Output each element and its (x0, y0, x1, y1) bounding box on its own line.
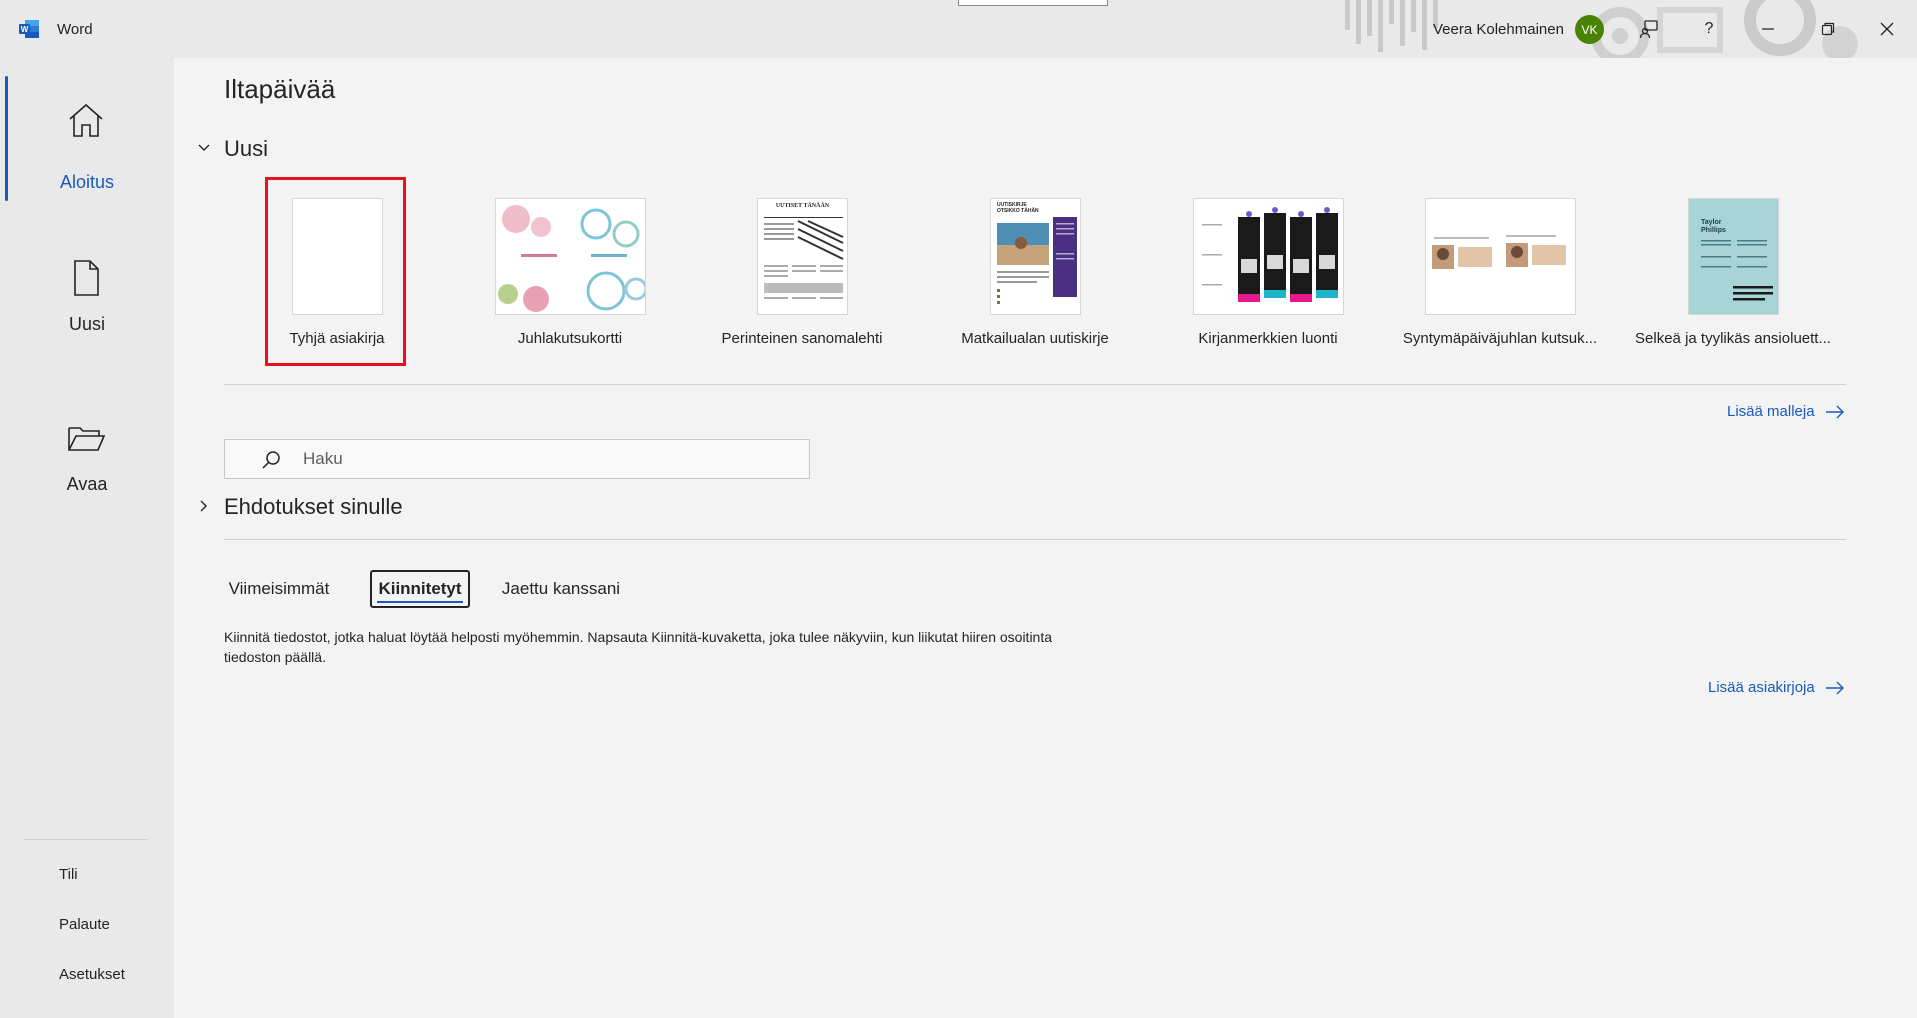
template-label: Matkailualan uutiskirje (961, 330, 1109, 347)
help-icon: ? (1704, 20, 1714, 37)
new-section-title[interactable]: Uusi (224, 136, 268, 162)
tab-pinned[interactable]: Kiinnitetyt (370, 570, 470, 608)
nav-item-open[interactable]: Avaa (0, 396, 174, 526)
template-party-card[interactable]: Juhlakutsukortti (465, 198, 675, 368)
nav-label-open: Avaa (66, 474, 108, 494)
svg-text:W: W (21, 25, 29, 34)
page-title: Iltapäivää (224, 74, 336, 104)
template-thumbnail (1425, 198, 1576, 315)
nav-options[interactable]: Asetukset (59, 966, 125, 983)
minimize-button[interactable] (1750, 12, 1786, 46)
divider (224, 384, 1846, 385)
party-card-art (498, 205, 645, 312)
template-label: Kirjanmerkkien luonti (1198, 330, 1338, 347)
template-bookmarks[interactable]: Kirjanmerkkien luonti (1163, 198, 1373, 368)
more-documents-link[interactable]: Lisää asiakirjoja (1708, 679, 1845, 696)
template-thumbnail: Taylor Phillips (1688, 198, 1779, 315)
template-label: Perinteinen sanomalehti (721, 330, 883, 347)
left-navigation: Aloitus Uusi Avaa Tili Palaute Asetukset (0, 58, 174, 1018)
restore-icon (1821, 22, 1835, 36)
avatar-initials: VK (1581, 22, 1598, 37)
template-thumbnail (1193, 198, 1344, 315)
template-label: Juhlakutsukortti (517, 330, 623, 347)
title-bar: W Word Veera Kolehmainen VK ? (0, 0, 1917, 58)
feedback-button[interactable] (1631, 12, 1667, 46)
selection-highlight (265, 177, 406, 366)
search-input[interactable] (303, 440, 783, 478)
more-documents-label: Lisää asiakirjoja (1708, 679, 1815, 696)
chevron-down-icon[interactable] (196, 140, 212, 156)
template-thumbnail (495, 198, 646, 315)
search-icon (262, 451, 280, 469)
template-newspaper[interactable]: UUTISET TÄNÄÄN Perinteinen sanomalehti (697, 198, 907, 368)
suggestions-title[interactable]: Ehdotukset sinulle (224, 494, 403, 520)
pinned-empty-message: Kiinnitä tiedostot, jotka haluat löytää … (224, 629, 1053, 665)
title-search-box[interactable] (958, 0, 1108, 6)
divider (224, 539, 1846, 540)
template-label: Selkeä ja tyylikäs ansioluett... (1635, 330, 1831, 347)
resume-name: Taylor Phillips (1701, 219, 1726, 234)
template-search-box[interactable] (224, 439, 810, 479)
template-thumbnail: UUTISET TÄNÄÄN (757, 198, 848, 315)
close-button[interactable] (1869, 12, 1905, 46)
app-title: Word (57, 21, 93, 38)
template-thumbnail: UUTISKIRJE OTSIKKO TÄHÄN (990, 198, 1081, 315)
help-button[interactable]: ? (1691, 12, 1727, 46)
template-label: Syntymäpäiväjuhlan kutsuk... (1402, 330, 1598, 347)
nav-label-new: Uusi (68, 314, 105, 334)
feedback-icon (1639, 20, 1658, 39)
arrow-right-icon (1825, 681, 1844, 694)
nav-account[interactable]: Tili (59, 866, 78, 883)
tab-shared-with-me[interactable]: Jaettu kanssani (496, 570, 626, 608)
more-templates-label: Lisää malleja (1727, 403, 1815, 420)
template-resume[interactable]: Taylor Phillips Selkeä ja tyylikäs ansio… (1628, 198, 1838, 368)
main-content: Iltapäivää Uusi Tyhjä asiakirja Juhlakut… (174, 58, 1917, 1018)
newsletter-art (997, 217, 1077, 304)
avatar[interactable]: VK (1575, 15, 1604, 44)
nav-item-new[interactable]: Uusi (0, 236, 174, 366)
newsletter-title: UUTISKIRJE OTSIKKO TÄHÄN (997, 202, 1039, 214)
home-icon (69, 103, 103, 137)
user-name: Veera Kolehmainen (1433, 21, 1564, 38)
arrow-right-icon (1825, 405, 1844, 418)
newspaper-art (764, 217, 844, 299)
template-newsletter[interactable]: UUTISKIRJE OTSIKKO TÄHÄN Matkailualan uu… (930, 198, 1140, 368)
nav-divider (24, 839, 148, 840)
nav-item-home[interactable]: Aloitus (0, 76, 174, 206)
template-birthday-invitation[interactable]: Syntymäpäiväjuhlan kutsuk... (1395, 198, 1605, 368)
restore-button[interactable] (1810, 12, 1846, 46)
chevron-right-icon[interactable] (196, 498, 212, 514)
new-document-icon (74, 260, 99, 296)
nav-feedback[interactable]: Palaute (59, 916, 110, 933)
resume-art (1701, 240, 1773, 301)
bookmarks-art (1202, 207, 1338, 302)
close-icon (1880, 22, 1894, 36)
minimize-icon (1762, 28, 1774, 30)
more-templates-link[interactable]: Lisää malleja (1727, 403, 1845, 420)
word-logo-icon: W (19, 20, 39, 38)
nav-label-home: Aloitus (59, 172, 115, 192)
open-folder-icon (68, 427, 106, 451)
birthday-invitation-art (1432, 235, 1566, 269)
tab-recent[interactable]: Viimeisimmät (224, 570, 334, 608)
